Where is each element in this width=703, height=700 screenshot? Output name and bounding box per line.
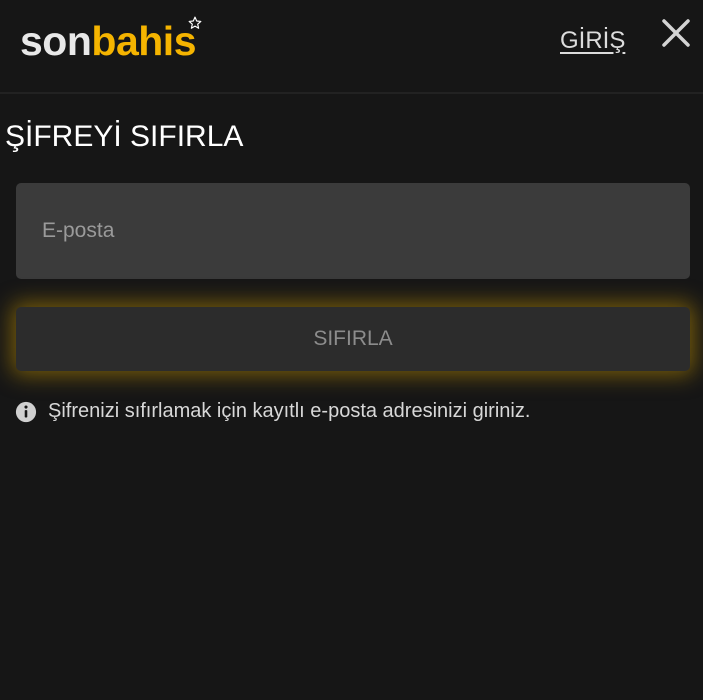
logo[interactable]: son bahis (20, 14, 202, 68)
header: son bahis GİRİŞ (0, 0, 703, 94)
reset-password-page: sonbahis GİRİŞ ŞİFREYİ SIFIRLA SIFIRLA Ş… (0, 0, 703, 700)
email-field[interactable] (16, 183, 690, 279)
close-icon (662, 19, 690, 47)
hint-message: Şifrenizi sıfırlamak için kayıtlı e-post… (15, 400, 530, 423)
star-icon (188, 16, 202, 29)
page-title: ŞİFREYİ SIFIRLA (5, 120, 244, 153)
logo-text-bahis: bahis (91, 18, 196, 64)
hint-text: Şifrenizi sıfırlamak için kayıtlı e-post… (48, 400, 531, 422)
close-button[interactable] (660, 17, 692, 49)
reset-button[interactable]: SIFIRLA (16, 307, 690, 371)
info-icon (15, 401, 37, 422)
logo-text-son: son (20, 18, 92, 64)
login-link[interactable]: GİRİŞ (560, 27, 625, 55)
